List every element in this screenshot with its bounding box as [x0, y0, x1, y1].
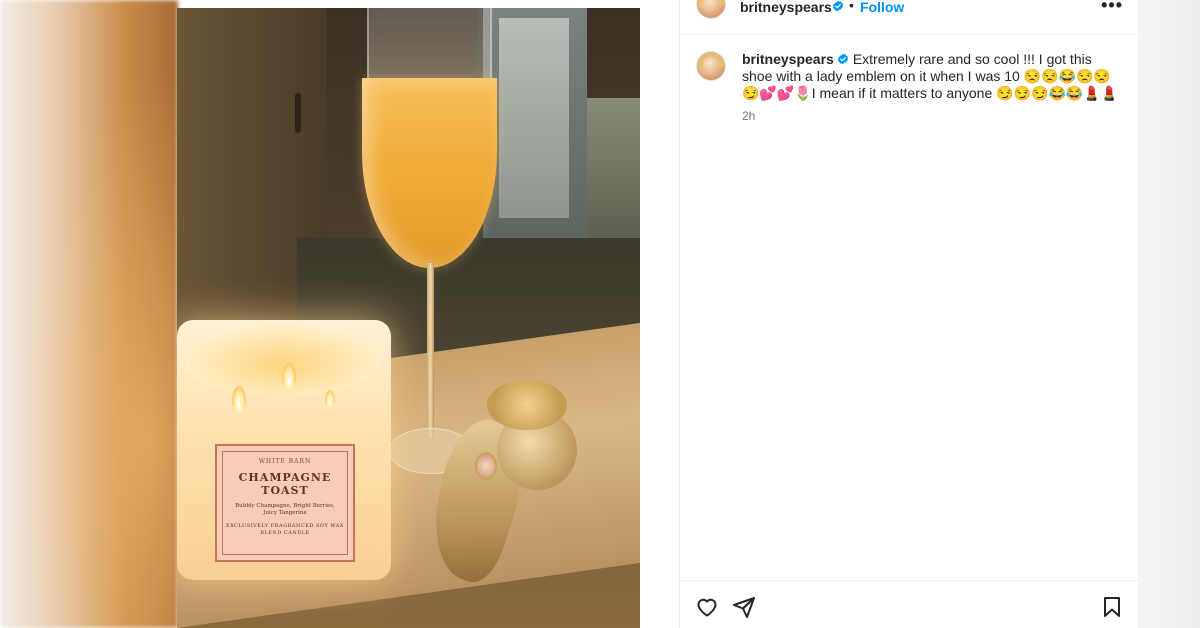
blurred-background-left — [0, 0, 178, 628]
candle-label-inner: WHITE BARN CHAMPAGNE TOAST Bubbly Champa… — [222, 451, 348, 555]
champagne-glass-stem — [427, 263, 434, 438]
blurred-background-right — [1138, 0, 1200, 628]
photo-doorway-light — [499, 18, 569, 218]
candle-flame — [232, 386, 246, 412]
caption-username[interactable]: britneyspears — [742, 51, 834, 67]
caption-avatar[interactable] — [696, 51, 726, 81]
separator-dot: • — [849, 0, 854, 13]
photo-door-handle — [295, 93, 301, 133]
header-username[interactable]: britneyspears — [740, 0, 832, 14]
post-caption: britneyspears Extremely rare and so cool… — [742, 51, 1122, 102]
champagne-glass-rim — [367, 8, 492, 86]
post-actions-bar — [680, 580, 1139, 628]
candle-brand: WHITE BARN — [258, 458, 312, 465]
verified-badge-icon — [837, 53, 848, 65]
follow-button[interactable]: Follow — [860, 0, 904, 14]
candle-label: WHITE BARN CHAMPAGNE TOAST Bubbly Champa… — [215, 444, 355, 562]
candle-notes: Bubbly Champagne, Bright Berries, Juicy … — [235, 503, 335, 516]
candle-title-line2: TOAST — [261, 484, 309, 497]
paper-plane-icon[interactable] — [732, 595, 756, 619]
candle-footer: EXCLUSIVELY FRAGRANCED SOY WAX BLEND CAN… — [226, 523, 344, 536]
avatar[interactable] — [696, 0, 726, 19]
verified-badge-icon — [833, 0, 843, 12]
bookmark-icon[interactable] — [1100, 595, 1124, 619]
more-options-icon[interactable]: ••• — [1101, 0, 1123, 16]
heart-icon[interactable] — [695, 595, 719, 619]
shoe-lady-emblem — [475, 452, 497, 480]
instagram-post-view: WHITE BARN CHAMPAGNE TOAST Bubbly Champa… — [0, 0, 1200, 628]
shoe-rose — [487, 380, 567, 430]
post-timestamp[interactable]: 2h — [742, 109, 755, 123]
candle-title-line1: CHAMPAGNE — [238, 471, 332, 484]
candle-flame — [282, 363, 296, 389]
post-side-panel: britneyspears • Follow ••• britneyspears… — [679, 0, 1139, 628]
vintage-shoe — [414, 380, 587, 589]
photo-cabinet — [587, 98, 640, 248]
post-header: britneyspears • Follow ••• — [680, 0, 1139, 35]
post-image[interactable]: WHITE BARN CHAMPAGNE TOAST Bubbly Champa… — [177, 8, 640, 628]
candle-flame — [325, 390, 335, 408]
